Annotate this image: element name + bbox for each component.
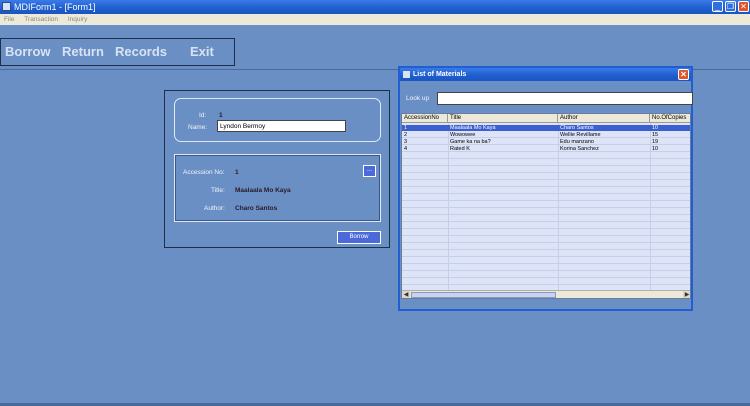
table-cell: 10	[652, 146, 659, 152]
borrow-button[interactable]: Borrow	[337, 231, 381, 244]
grid-horizontal-line	[402, 221, 690, 222]
table-cell: 1	[402, 125, 448, 131]
author-label: Author:	[204, 205, 225, 212]
table-cell: 10	[650, 125, 690, 131]
grid-horizontal-line	[402, 179, 690, 180]
scroll-thumb[interactable]	[411, 292, 556, 298]
table-cell: 19	[652, 139, 659, 145]
main-titlebar: MDIForm1 - [Form1] _ ❐ ✕	[0, 0, 750, 14]
menubar: File Transaction Inquiry	[0, 14, 750, 25]
name-input[interactable]	[217, 120, 346, 132]
list-window-icon	[403, 71, 410, 78]
column-header-title[interactable]: Title	[448, 114, 558, 123]
return-toolbar-button[interactable]: Return	[62, 44, 104, 59]
app-icon	[2, 2, 11, 11]
menu-inquiry[interactable]: Inquiry	[68, 16, 88, 23]
window-title: MDIForm1 - [Form1]	[14, 2, 96, 12]
grid-horizontal-line	[402, 277, 690, 278]
grid-horizontal-line	[402, 256, 690, 257]
id-value: 1	[219, 112, 223, 119]
accession-value: 1	[235, 169, 239, 176]
grid-horizontal-line	[402, 235, 690, 236]
menu-transaction[interactable]: Transaction	[24, 16, 58, 23]
list-close-button[interactable]: ✕	[678, 69, 689, 80]
list-window-title: List of Materials	[413, 71, 467, 78]
materials-grid[interactable]: AccessionNo Title Author No.OfCopies 1 M…	[401, 113, 691, 299]
lookup-label: Look up	[406, 95, 430, 102]
table-cell: 4	[404, 146, 408, 152]
grid-horizontal-line	[402, 165, 690, 166]
title-label: Title:	[211, 187, 225, 194]
table-cell: Wowowee	[450, 132, 476, 138]
column-header-accession[interactable]: AccessionNo	[402, 114, 448, 123]
scroll-right-icon[interactable]: ▶	[683, 291, 690, 298]
grid-horizontal-line	[402, 284, 690, 285]
table-row[interactable]: 4 Rated K Korina Sanchez 10	[402, 146, 690, 152]
grid-horizontal-line	[402, 193, 690, 194]
table-cell: Charo Santos	[558, 125, 650, 131]
borrow-form: Id: 1 Name: Accession No: 1 Title: Maala…	[164, 90, 390, 248]
grid-horizontal-line	[402, 207, 690, 208]
table-cell: 15	[652, 132, 659, 138]
horizontal-scrollbar[interactable]: ◀ ▶	[402, 290, 690, 298]
table-row[interactable]: 2 Wowowee Wellie Revillame 15	[402, 132, 690, 138]
menu-file[interactable]: File	[4, 16, 14, 23]
toolbar: Borrow Return Records Exit	[0, 38, 235, 66]
exit-toolbar-button[interactable]: Exit	[190, 44, 214, 59]
restore-button[interactable]: ❐	[725, 1, 736, 12]
table-cell: Edu manzano	[560, 139, 594, 145]
grid-horizontal-line	[402, 249, 690, 250]
table-cell: Wellie Revillame	[560, 132, 601, 138]
grid-horizontal-line	[402, 186, 690, 187]
table-cell: 3	[404, 139, 408, 145]
browse-materials-button[interactable]: ...	[363, 165, 376, 177]
name-label: Name:	[188, 124, 208, 131]
grid-horizontal-line	[402, 270, 690, 271]
minimize-button[interactable]: _	[712, 1, 723, 12]
table-cell: 2	[404, 132, 408, 138]
grid-horizontal-line	[402, 214, 690, 215]
grid-horizontal-line	[402, 158, 690, 159]
table-cell: Maalaala Mo Kaya	[448, 125, 558, 131]
borrow-toolbar-button[interactable]: Borrow	[5, 44, 51, 59]
list-of-materials-window: List of Materials ✕ Look up AccessionNo …	[398, 66, 693, 311]
column-header-copies[interactable]: No.OfCopies	[650, 114, 690, 123]
accession-label: Accession No:	[183, 169, 225, 176]
table-row[interactable]: 3 Game ka na ba? Edu manzano 19	[402, 139, 690, 145]
id-label: Id:	[199, 112, 207, 119]
column-header-author[interactable]: Author	[558, 114, 650, 123]
list-titlebar: List of Materials ✕	[400, 68, 691, 81]
table-cell: Korina Sanchez	[560, 146, 599, 152]
table-cell: Game ka na ba?	[450, 139, 491, 145]
grid-horizontal-line	[402, 172, 690, 173]
grid-horizontal-line	[402, 242, 690, 243]
scroll-left-icon[interactable]: ◀	[402, 291, 410, 298]
lookup-input[interactable]	[437, 92, 693, 105]
grid-horizontal-line	[402, 200, 690, 201]
author-value: Charo Santos	[235, 205, 278, 212]
table-cell: Rated K	[450, 146, 470, 152]
grid-horizontal-line	[402, 228, 690, 229]
title-value: Maalaala Mo Kaya	[235, 187, 291, 194]
table-row[interactable]: 1 Maalaala Mo Kaya Charo Santos 10	[402, 125, 690, 131]
records-toolbar-button[interactable]: Records	[115, 44, 167, 59]
grid-horizontal-line	[402, 263, 690, 264]
close-button[interactable]: ✕	[738, 1, 749, 12]
